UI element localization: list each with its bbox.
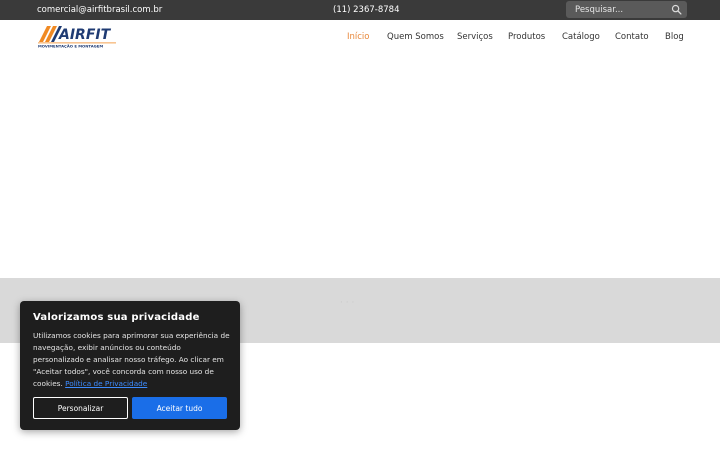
cookie-message: Utilizamos cookies para aprimorar sua ex… [33,330,231,390]
nav-item-quem-somos[interactable]: Quem Somos [387,32,444,42]
nav-item-produtos[interactable]: Produtos [508,32,545,42]
nav-item-catalogo[interactable]: Catálogo [562,32,600,42]
svg-text:AIRFIT: AIRFIT [58,27,112,43]
airfit-logo[interactable]: AIRFIT MOVIMENTAÇÃO E MONTAGEM [37,24,117,48]
cookie-title: Valorizamos sua privacidade [33,312,200,323]
accept-all-button[interactable]: Aceitar tudo [132,397,227,419]
nav-item-inicio[interactable]: Início [347,32,370,42]
hero-section [0,52,720,278]
site-header: AIRFIT MOVIMENTAÇÃO E MONTAGEM Início Qu… [0,20,720,52]
contact-phone[interactable]: (11) 2367-8784 [333,5,399,15]
banner-text: · · · [340,298,355,308]
cookie-consent-dialog: Valorizamos sua privacidade Utilizamos c… [20,301,240,430]
customize-button[interactable]: Personalizar [33,397,128,419]
search-input[interactable] [566,1,666,18]
nav-item-servicos[interactable]: Serviços [457,32,493,42]
top-bar: comercial@airfitbrasil.com.br (11) 2367-… [0,0,720,20]
search-box [566,1,687,18]
contact-email[interactable]: comercial@airfitbrasil.com.br [37,5,162,15]
privacy-policy-link[interactable]: Política de Privacidade [65,379,147,388]
nav-item-contato[interactable]: Contato [615,32,649,42]
svg-text:MOVIMENTAÇÃO E MONTAGEM: MOVIMENTAÇÃO E MONTAGEM [38,44,103,49]
nav-item-blog[interactable]: Blog [665,32,684,42]
search-icon[interactable] [671,4,682,15]
